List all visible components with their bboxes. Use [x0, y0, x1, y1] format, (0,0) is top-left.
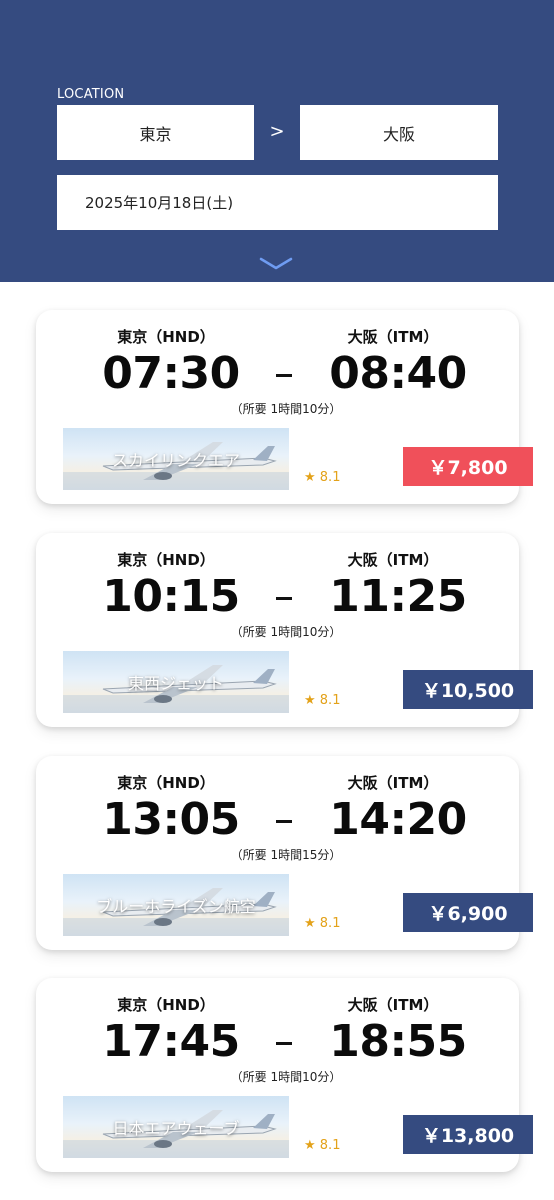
airline-name: ブルーホライズン航空	[96, 897, 256, 916]
departure-airport: 東京（HND）	[117, 551, 215, 569]
flight-card[interactable]: 東京（HND） 大阪（ITM） 10:15 11:25 （所要 1時間10分） …	[36, 533, 533, 727]
price-button[interactable]: ￥7,800	[403, 447, 533, 486]
rating: ★ 8.1	[304, 1138, 341, 1153]
airline-name: 日本エアウェーブ	[112, 1119, 240, 1138]
flight-duration: （所要 1時間10分）	[230, 1070, 342, 1084]
arrival-time: 18:55	[329, 1016, 467, 1067]
arrival-time: 08:40	[329, 348, 467, 399]
price-button[interactable]: ￥13,800	[403, 1115, 533, 1154]
airline-banner-image: 日本エアウェーブ	[63, 1096, 289, 1158]
flight-card[interactable]: 東京（HND） 大阪（ITM） 17:45 18:55 （所要 1時間10分） …	[36, 978, 533, 1172]
origin-field[interactable]: 東京	[57, 105, 254, 160]
rating: ★ 8.1	[304, 916, 341, 931]
arrival-airport: 大阪（ITM）	[347, 996, 439, 1014]
route-arrow-icon: >	[269, 121, 285, 142]
date-field[interactable]: 2025年10月18日(土)	[57, 175, 498, 230]
arrival-airport: 大阪（ITM）	[347, 328, 439, 346]
arrival-time: 14:20	[329, 794, 467, 845]
flight-card[interactable]: 東京（HND） 大阪（ITM） 13:05 14:20 （所要 1時間15分） …	[36, 756, 533, 950]
flight-duration: （所要 1時間15分）	[230, 848, 342, 862]
departure-time: 10:15	[102, 571, 240, 622]
departure-time: 17:45	[102, 1016, 240, 1067]
airline-banner-image: スカイリンクエア	[63, 428, 289, 490]
flight-card[interactable]: 東京（HND） 大阪（ITM） 07:30 08:40 （所要 1時間10分） …	[36, 310, 533, 504]
rating: ★ 8.1	[304, 470, 341, 485]
departure-airport: 東京（HND）	[117, 328, 215, 346]
price-button[interactable]: ￥10,500	[403, 670, 533, 709]
time-separator	[276, 1042, 292, 1045]
flight-duration: （所要 1時間10分）	[230, 625, 342, 639]
arrival-time: 11:25	[329, 571, 467, 622]
destination-field[interactable]: 大阪	[300, 105, 498, 160]
time-separator	[276, 374, 292, 377]
rating: ★ 8.1	[304, 693, 341, 708]
price-button[interactable]: ￥6,900	[403, 893, 533, 932]
time-separator	[276, 597, 292, 600]
airline-banner-image: 東西ジェット	[63, 651, 289, 713]
departure-airport: 東京（HND）	[117, 774, 215, 792]
airline-name: スカイリンクエア	[111, 451, 240, 470]
arrival-airport: 大阪（ITM）	[347, 551, 439, 569]
departure-time: 07:30	[102, 348, 240, 399]
flight-duration: （所要 1時間10分）	[230, 402, 342, 416]
location-label: LOCATION	[57, 87, 125, 102]
departure-time: 13:05	[102, 794, 240, 845]
airline-name: 東西ジェット	[127, 674, 224, 693]
search-header: LOCATION 東京 > 大阪 2025年10月18日(土)	[0, 0, 554, 282]
chevron-down-icon[interactable]	[257, 254, 295, 274]
departure-airport: 東京（HND）	[117, 996, 215, 1014]
time-separator	[276, 820, 292, 823]
arrival-airport: 大阪（ITM）	[347, 774, 439, 792]
airline-banner-image: ブルーホライズン航空	[63, 874, 289, 936]
